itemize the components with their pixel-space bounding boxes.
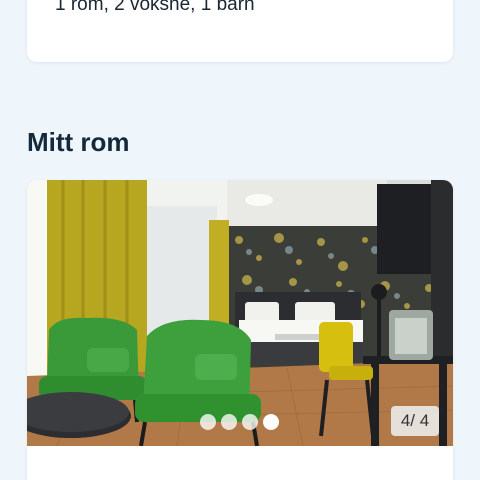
carousel-dot-active[interactable]: [263, 414, 279, 430]
image-counter: 4/ 4: [391, 406, 439, 436]
carousel-dot[interactable]: [242, 414, 258, 430]
room-card: 4/ 4: [27, 180, 453, 480]
carousel-dot[interactable]: [200, 414, 216, 430]
room-image-carousel[interactable]: 4/ 4: [27, 180, 453, 446]
booking-page: 1 rom, 2 voksne, 1 barn Mitt rom 4/ 4: [0, 0, 480, 480]
carousel-dot[interactable]: [221, 414, 237, 430]
guests-summary: 1 rom, 2 voksne, 1 barn: [55, 0, 255, 15]
booking-summary-card: 1 rom, 2 voksne, 1 barn: [27, 0, 453, 62]
room-photo: [27, 180, 453, 446]
section-title-my-room: Mitt rom: [27, 127, 130, 157]
carousel-pagination: [200, 414, 279, 430]
